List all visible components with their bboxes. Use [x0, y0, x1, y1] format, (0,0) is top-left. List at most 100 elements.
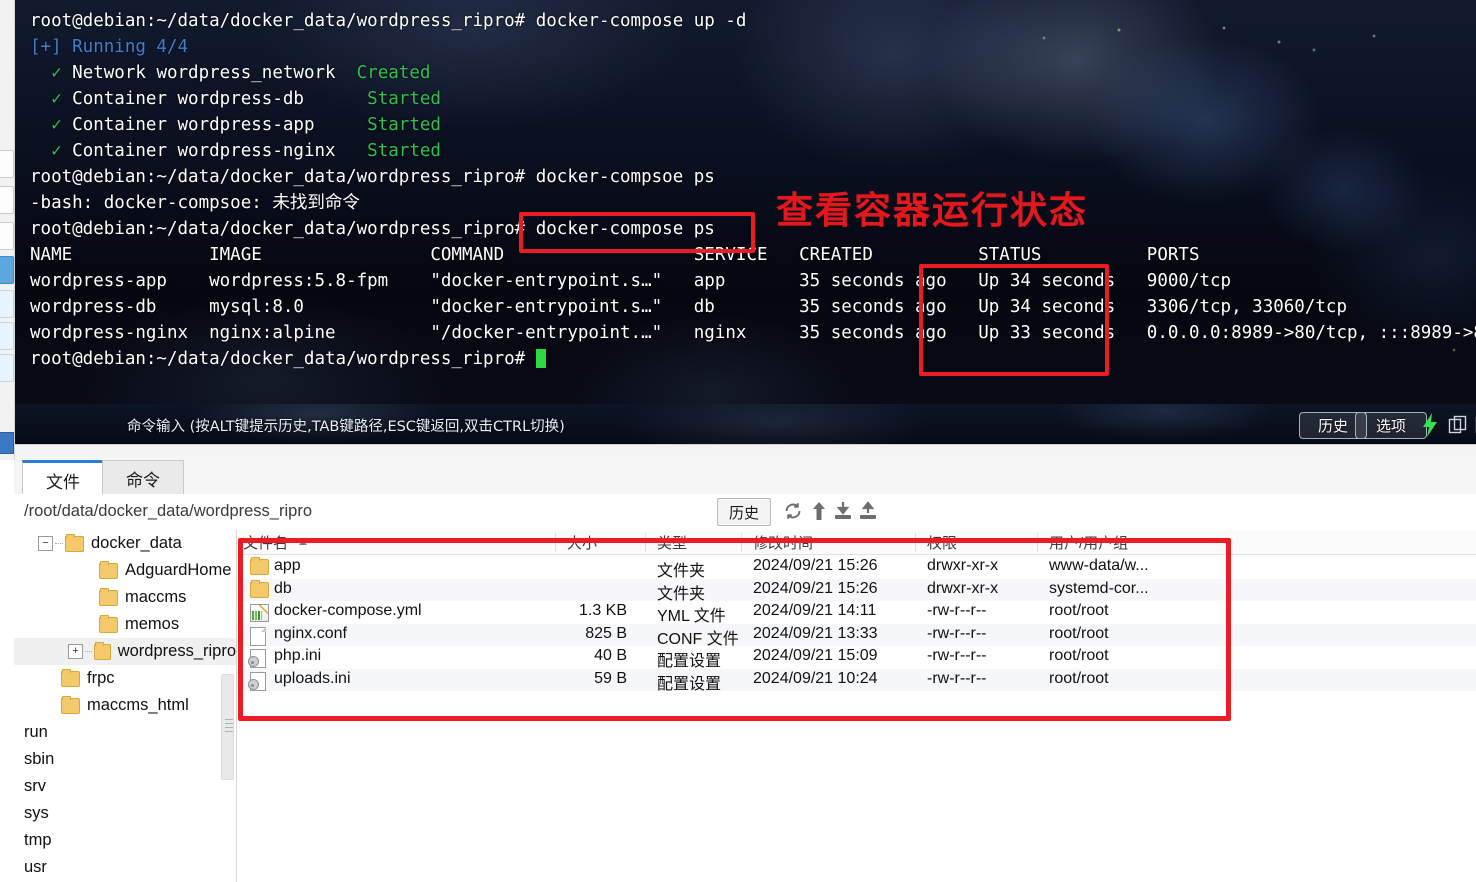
- file-type-cell: 配置设置: [657, 675, 722, 693]
- terminal-text-segment: Started: [367, 89, 441, 109]
- ini-file-icon: [248, 671, 268, 691]
- command-input-hint: 命令输入 (按ALT键提示历史,TAB键路径,ESC键返回,双击CTRL切换): [127, 419, 565, 435]
- file-row[interactable]: app 文件夹 2024/09/21 15:26 drwxr-xr-x www-data…: [237, 556, 1476, 580]
- file-name-cell: app: [274, 557, 301, 574]
- copy-icon[interactable]: [1445, 412, 1471, 438]
- file-type-cell: 文件夹: [657, 563, 706, 580]
- file-permissions-cell: -rw-r--r--: [927, 647, 987, 664]
- upload-icon[interactable]: [854, 497, 882, 525]
- file-permissions-cell: -rw-r--r--: [927, 669, 987, 687]
- terminal-text-segment: root@debian:~/data/docker_data/wordpress…: [30, 219, 715, 239]
- dock-button-selected[interactable]: [0, 256, 14, 284]
- dock-button-bottom[interactable]: [0, 432, 14, 454]
- terminal-text-segment: ✓: [51, 115, 62, 135]
- file-mtime-cell: 2024/09/21 15:26: [753, 579, 878, 597]
- tree-item-wordpress_ripro[interactable]: + wordpress_ripro: [14, 638, 236, 665]
- file-size-cell: 825 B: [585, 624, 627, 642]
- file-owner-cell: root/root: [1049, 647, 1109, 664]
- tree-connector: [84, 651, 92, 652]
- column-header-1[interactable]: 大小: [567, 532, 597, 553]
- terminal-text: root@debian:~/data/docker_data/wordpress…: [14, 0, 1476, 404]
- file-row[interactable]: nginx.conf 825 B CONF 文件 2024/09/21 13:33 -r…: [237, 623, 1476, 648]
- terminal-line: ✓ Container wordpress-app Started: [30, 112, 1476, 138]
- paste-icon[interactable]: [1472, 412, 1476, 438]
- tree-item-label: maccms: [125, 588, 187, 606]
- collapse-toggle-icon[interactable]: −: [38, 536, 53, 551]
- tree-item-usr[interactable]: usr: [14, 854, 236, 881]
- download-icon[interactable]: [829, 497, 857, 525]
- tree-item-adguardhome[interactable]: AdguardHome: [14, 557, 236, 584]
- tree-item-label: tmp: [24, 831, 52, 849]
- terminal-line: root@debian:~/data/docker_data/wordpress…: [30, 164, 1476, 190]
- dock-button-4[interactable]: [0, 290, 14, 318]
- dock-button-1[interactable]: [0, 150, 14, 178]
- terminal-text-segment: ✓: [51, 89, 62, 109]
- tree-item-label: frpc: [87, 669, 115, 687]
- terminal-status-bar: 命令输入 (按ALT键提示历史,TAB键路径,ESC键返回,双击CTRL切换) …: [14, 404, 1476, 444]
- tree-scrollbar-grip[interactable]: [225, 716, 233, 734]
- tree-item-sbin[interactable]: sbin: [14, 746, 236, 773]
- folder-icon: [250, 579, 269, 599]
- dock-button-3[interactable]: [0, 222, 14, 250]
- tree-item-maccms_html[interactable]: maccms_html: [14, 692, 236, 719]
- file-type-cell: CONF 文件: [657, 630, 739, 648]
- file-type-cell: 文件夹: [657, 585, 706, 603]
- tree-item-run[interactable]: run: [14, 719, 236, 746]
- column-header-0[interactable]: 文件名: [243, 532, 288, 553]
- tree-item-sys[interactable]: sys: [14, 800, 236, 827]
- path-history-button[interactable]: 历史: [717, 498, 771, 526]
- terminal-output-pane[interactable]: root@debian:~/data/docker_data/wordpress…: [14, 0, 1476, 404]
- file-list-pane[interactable]: 文件名 大小 类型 修改时间 权限 用户/用户组 app 文件夹 2024/09/21 15:…: [237, 530, 1476, 882]
- terminal-line: wordpress-nginx nginx:alpine "/docker-en…: [30, 320, 1476, 346]
- dock-button-6[interactable]: [0, 354, 14, 382]
- tree-item-maccms[interactable]: maccms: [14, 584, 236, 611]
- tab-commands[interactable]: 命令: [102, 460, 184, 495]
- tree-item-label: sys: [24, 804, 49, 822]
- terminal-line: root@debian:~/data/docker_data/wordpress…: [30, 346, 1476, 372]
- file-name-cell: uploads.ini: [274, 669, 351, 687]
- column-header-4[interactable]: 权限: [927, 532, 957, 553]
- dock-button-5[interactable]: [0, 322, 14, 350]
- tree-item-tmp[interactable]: tmp: [14, 827, 236, 854]
- file-name-cell: nginx.conf: [274, 624, 347, 642]
- column-separator[interactable]: [555, 533, 556, 552]
- terminal-text-segment: Created: [356, 63, 431, 83]
- file-row[interactable]: docker-compose.yml 1.3 KB YML 文件 2024/09/21…: [237, 601, 1476, 625]
- column-separator[interactable]: [1037, 533, 1038, 552]
- file-permissions-cell: -rw-r--r--: [927, 602, 987, 619]
- column-header-5[interactable]: 用户/用户组: [1049, 532, 1128, 553]
- file-name-cell: docker-compose.yml: [274, 602, 422, 619]
- file-row[interactable]: uploads.ini 59 B 配置设置 2024/09/21 10:24 -rw-r…: [237, 668, 1476, 693]
- folder-icon: [61, 695, 80, 714]
- column-separator[interactable]: [645, 533, 646, 552]
- folder-icon: [65, 533, 84, 552]
- terminal-line: wordpress-db mysql:8.0 "docker-entrypoin…: [30, 294, 1476, 320]
- lightning-icon[interactable]: [1417, 412, 1443, 438]
- tree-item-memos[interactable]: memos: [14, 611, 236, 638]
- current-path-label[interactable]: /root/data/docker_data/wordpress_ripro: [24, 502, 312, 521]
- dock-button-2[interactable]: [0, 186, 14, 214]
- file-permissions-cell: drwxr-xr-x: [927, 579, 999, 597]
- file-size-cell: 59 B: [594, 669, 627, 687]
- refresh-icon[interactable]: [779, 497, 807, 525]
- column-separator[interactable]: [915, 533, 916, 552]
- tree-item-docker_data[interactable]: − docker_data: [14, 530, 236, 557]
- terminal-line: root@debian:~/data/docker_data/wordpress…: [30, 216, 1476, 242]
- tree-item-frpc[interactable]: frpc: [14, 665, 236, 692]
- file-list-header[interactable]: 文件名 大小 类型 修改时间 权限 用户/用户组: [237, 530, 1476, 555]
- tree-item-srv[interactable]: srv: [14, 773, 236, 800]
- column-header-2[interactable]: 类型: [657, 532, 687, 553]
- file-row[interactable]: php.ini 40 B 配置设置 2024/09/21 15:09 -rw-r--r-…: [237, 646, 1476, 670]
- file-type-cell: YML 文件: [657, 608, 726, 625]
- column-header-3[interactable]: 修改时间: [753, 532, 813, 553]
- tab-files[interactable]: 文件: [22, 460, 104, 497]
- expand-toggle-icon[interactable]: +: [67, 644, 83, 659]
- file-row[interactable]: db 文件夹 2024/09/21 15:26 drwxr-xr-x systemd-c…: [237, 578, 1476, 603]
- path-toolbar: /root/data/docker_data/wordpress_ripro 历…: [14, 494, 1476, 531]
- column-separator[interactable]: [741, 533, 742, 552]
- file-name-cell: php.ini: [274, 647, 322, 664]
- terminal-line: ✓ Container wordpress-db Started: [30, 86, 1476, 112]
- directory-tree-pane[interactable]: − docker_data AdguardHome maccms memos + wordp…: [14, 530, 237, 882]
